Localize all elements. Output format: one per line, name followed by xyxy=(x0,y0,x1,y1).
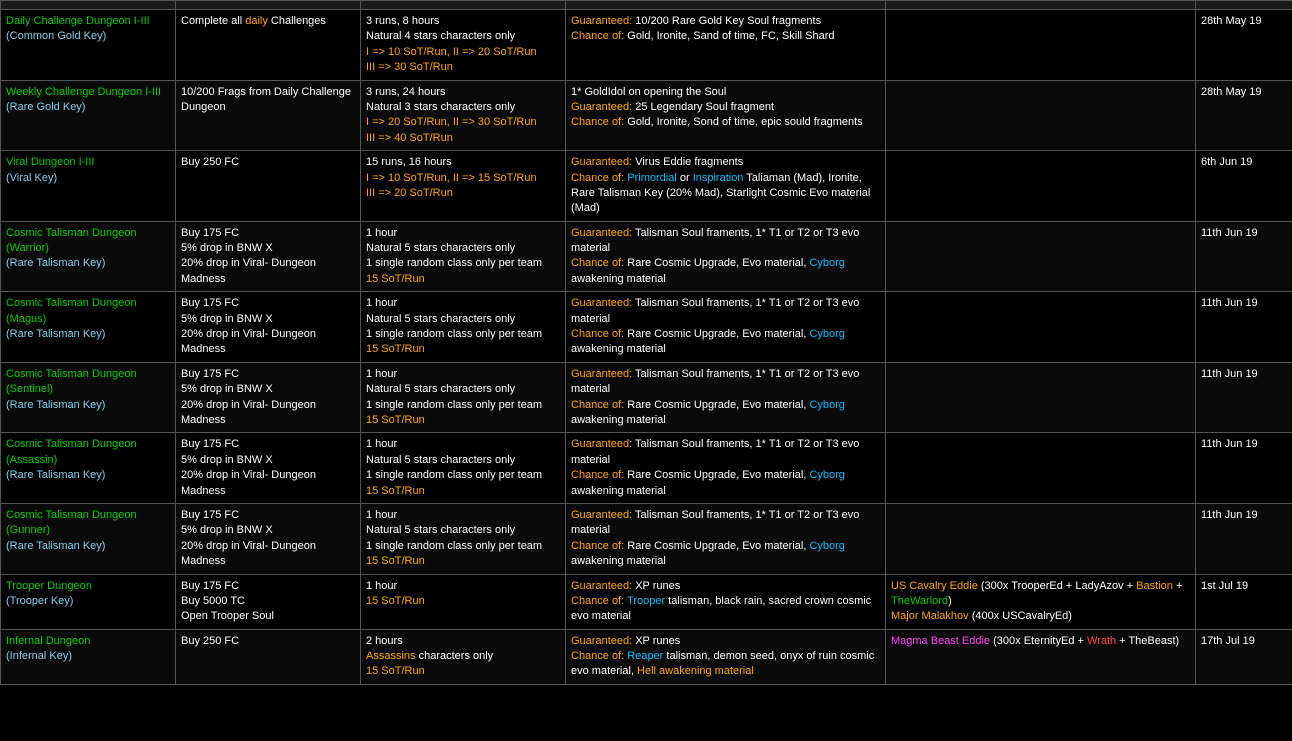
header-introduced xyxy=(1196,1,1292,10)
introduced-cell: 11th Jun 19 xyxy=(1196,433,1292,504)
achievements-cell xyxy=(886,433,1196,504)
dungeon-cell: Cosmic Talisman Dungeon (Magus)(Rare Tal… xyxy=(1,292,176,363)
dungeon-cell: Daily Challenge Dungeon I-III(Common Gol… xyxy=(1,10,176,81)
rewards-cell: Guaranteed: Talisman Soul framents, 1* T… xyxy=(566,221,886,292)
dungeon-cell: Infernal Dungeon(Infernal Key) xyxy=(1,629,176,684)
key-cell: Buy 175 FCBuy 5000 TCOpen Trooper Soul xyxy=(176,574,361,629)
level-cell: 3 runs, 8 hoursNatural 4 stars character… xyxy=(361,10,566,81)
introduced-cell: 1st Jul 19 xyxy=(1196,574,1292,629)
key-cell: Complete all daily Challenges xyxy=(176,10,361,81)
achievements-cell xyxy=(886,362,1196,433)
rewards-cell: Guaranteed: Talisman Soul framents, 1* T… xyxy=(566,433,886,504)
key-cell: Buy 175 FC5% drop in BNW X20% drop in Vi… xyxy=(176,433,361,504)
key-cell: Buy 175 FC5% drop in BNW X20% drop in Vi… xyxy=(176,362,361,433)
key-cell: Buy 175 FC5% drop in BNW X20% drop in Vi… xyxy=(176,503,361,574)
header-rewards xyxy=(566,1,886,10)
achievements-cell: US Cavalry Eddie (300x TrooperEd + LadyA… xyxy=(886,574,1196,629)
achievements-cell: Magma Beast Eddie (300x EternityEd + Wra… xyxy=(886,629,1196,684)
dungeon-cell: Cosmic Talisman Dungeon (Gunner)(Rare Ta… xyxy=(1,503,176,574)
dungeon-cell: Trooper Dungeon(Trooper Key) xyxy=(1,574,176,629)
achievements-cell xyxy=(886,221,1196,292)
level-cell: 15 runs, 16 hoursI => 10 SoT/Run, II => … xyxy=(361,151,566,222)
dungeon-table: Daily Challenge Dungeon I-III(Common Gol… xyxy=(0,0,1292,685)
introduced-cell: 11th Jun 19 xyxy=(1196,221,1292,292)
key-cell: Buy 175 FC5% drop in BNW X20% drop in Vi… xyxy=(176,292,361,363)
level-cell: 1 hourNatural 5 stars characters only1 s… xyxy=(361,221,566,292)
introduced-cell: 28th May 19 xyxy=(1196,80,1292,151)
achievements-cell xyxy=(886,292,1196,363)
achievements-cell xyxy=(886,503,1196,574)
introduced-cell: 28th May 19 xyxy=(1196,10,1292,81)
dungeon-cell: Cosmic Talisman Dungeon (Warrior)(Rare T… xyxy=(1,221,176,292)
achievements-cell xyxy=(886,151,1196,222)
rewards-cell: Guaranteed: Talisman Soul framents, 1* T… xyxy=(566,362,886,433)
rewards-cell: Guaranteed: 10/200 Rare Gold Key Soul fr… xyxy=(566,10,886,81)
dungeon-cell: Cosmic Talisman Dungeon (Assassin)(Rare … xyxy=(1,433,176,504)
introduced-cell: 6th Jun 19 xyxy=(1196,151,1292,222)
rewards-cell: Guaranteed: XP runesChance of: Reaper ta… xyxy=(566,629,886,684)
key-cell: Buy 250 FC xyxy=(176,151,361,222)
header-key xyxy=(176,1,361,10)
level-cell: 1 hourNatural 5 stars characters only1 s… xyxy=(361,362,566,433)
level-cell: 1 hourNatural 5 stars characters only1 s… xyxy=(361,503,566,574)
key-cell: Buy 250 FC xyxy=(176,629,361,684)
header-achievements xyxy=(886,1,1196,10)
dungeon-cell: Weekly Challenge Dungeon I-III(Rare Gold… xyxy=(1,80,176,151)
dungeon-cell: Viral Dungeon I-III(Viral Key) xyxy=(1,151,176,222)
achievements-cell xyxy=(886,10,1196,81)
rewards-cell: Guaranteed: Talisman Soul framents, 1* T… xyxy=(566,292,886,363)
key-cell: Buy 175 FC5% drop in BNW X20% drop in Vi… xyxy=(176,221,361,292)
introduced-cell: 11th Jun 19 xyxy=(1196,362,1292,433)
rewards-cell: 1* GoldIdol on opening the SoulGuarantee… xyxy=(566,80,886,151)
header-level xyxy=(361,1,566,10)
introduced-cell: 11th Jun 19 xyxy=(1196,503,1292,574)
achievements-cell xyxy=(886,80,1196,151)
level-cell: 1 hourNatural 5 stars characters only1 s… xyxy=(361,292,566,363)
level-cell: 3 runs, 24 hoursNatural 3 stars characte… xyxy=(361,80,566,151)
level-cell: 1 hourNatural 5 stars characters only1 s… xyxy=(361,433,566,504)
rewards-cell: Guaranteed: XP runesChance of: Trooper t… xyxy=(566,574,886,629)
key-cell: 10/200 Frags from Daily Challenge Dungeo… xyxy=(176,80,361,151)
header-dungeon xyxy=(1,1,176,10)
level-cell: 1 hour15 SoT/Run xyxy=(361,574,566,629)
dungeon-cell: Cosmic Talisman Dungeon (Sentinel)(Rare … xyxy=(1,362,176,433)
level-cell: 2 hoursAssassins characters only15 SoT/R… xyxy=(361,629,566,684)
rewards-cell: Guaranteed: Talisman Soul framents, 1* T… xyxy=(566,503,886,574)
introduced-cell: 11th Jun 19 xyxy=(1196,292,1292,363)
introduced-cell: 17th Jul 19 xyxy=(1196,629,1292,684)
rewards-cell: Guaranteed: Virus Eddie fragmentsChance … xyxy=(566,151,886,222)
